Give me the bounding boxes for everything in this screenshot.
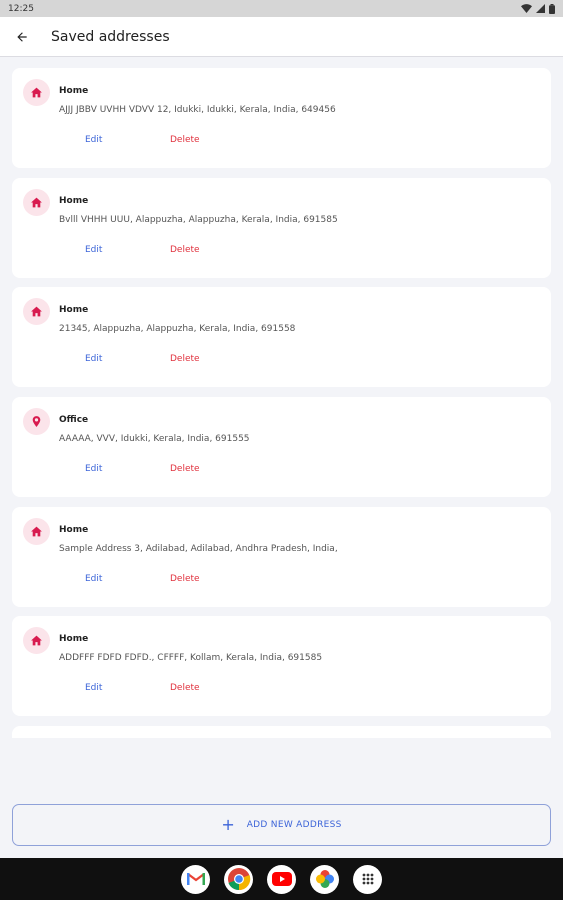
address-label: Home: [59, 524, 89, 535]
edit-button[interactable]: Edit: [85, 245, 102, 255]
address-card: Home Bvlll VHHH UUU, Alappuzha, Alappuzh…: [12, 177, 551, 278]
wifi-icon: [521, 4, 532, 13]
address-card: Home 21345, Alappuzha, Alappuzha, Kerala…: [12, 287, 551, 388]
address-card-partial: [12, 726, 551, 738]
page-title: Saved addresses: [51, 28, 170, 45]
delete-button[interactable]: Delete: [170, 135, 200, 145]
address-label: Office: [59, 415, 89, 426]
plus-icon: +: [221, 815, 235, 834]
photos-icon[interactable]: [310, 864, 339, 894]
address-label: Home: [59, 634, 89, 645]
address-text: Bvlll VHHH UUU, Alappuzha, Alappuzha, Ke…: [59, 214, 338, 225]
home-icon: [23, 188, 50, 216]
status-icons: [521, 3, 555, 14]
address-label: Home: [59, 195, 89, 206]
address-text: AAAAA, VVV, Idukki, Kerala, India, 69155…: [59, 434, 250, 445]
address-label: Home: [59, 305, 89, 316]
address-card: Home Sample Address 3, Adilabad, Adilaba…: [12, 506, 551, 607]
home-icon: [23, 79, 50, 106]
add-new-address-label: ADD NEW ADDRESS: [246, 820, 342, 830]
battery-icon: [549, 3, 555, 14]
address-text: ADDFFF FDFD FDFD., CFFFF, Kollam, Kerala…: [59, 653, 323, 664]
address-card: Office AAAAA, VVV, Idukki, Kerala, India…: [12, 397, 551, 498]
delete-button[interactable]: Delete: [170, 354, 200, 364]
edit-button[interactable]: Edit: [85, 354, 102, 364]
edit-button[interactable]: Edit: [85, 135, 102, 145]
arrow-back-icon: [17, 31, 27, 42]
home-icon: [23, 517, 50, 545]
edit-button[interactable]: Edit: [85, 574, 102, 584]
back-button[interactable]: [2, 17, 42, 57]
address-label: Home: [59, 86, 89, 96]
youtube-icon[interactable]: [267, 864, 296, 894]
signal-icon: [536, 4, 545, 13]
taskbar-dock: [0, 858, 563, 900]
add-new-address-button[interactable]: + ADD NEW ADDRESS: [12, 804, 551, 846]
address-card: Home AJJJ JBBV UVHH VDVV 12, Idukki, Idu…: [12, 68, 551, 168]
address-card: Home ADDFFF FDFD FDFD., CFFFF, Kollam, K…: [12, 616, 551, 717]
location-pin-icon: [23, 408, 50, 436]
app-bar: Saved addresses: [0, 17, 563, 57]
address-list: Home AJJJ JBBV UVHH VDVV 12, Idukki, Idu…: [12, 68, 551, 738]
edit-button[interactable]: Edit: [85, 683, 102, 693]
delete-button[interactable]: Delete: [170, 245, 200, 255]
address-text: 21345, Alappuzha, Alappuzha, Kerala, Ind…: [59, 324, 296, 335]
edit-button[interactable]: Edit: [85, 464, 102, 474]
status-time: 12:25: [8, 3, 34, 14]
chrome-icon[interactable]: [224, 864, 253, 894]
home-icon: [23, 298, 50, 326]
address-text: Sample Address 3, Adilabad, Adilabad, An…: [59, 543, 338, 554]
delete-button[interactable]: Delete: [170, 683, 200, 693]
delete-button[interactable]: Delete: [170, 574, 200, 584]
status-bar: 12:25: [0, 0, 563, 17]
delete-button[interactable]: Delete: [170, 464, 200, 474]
gmail-icon[interactable]: [181, 864, 210, 894]
app-drawer-icon[interactable]: [353, 864, 382, 894]
home-icon: [23, 627, 50, 655]
address-text: AJJJ JBBV UVHH VDVV 12, Idukki, Idukki, …: [59, 105, 336, 115]
